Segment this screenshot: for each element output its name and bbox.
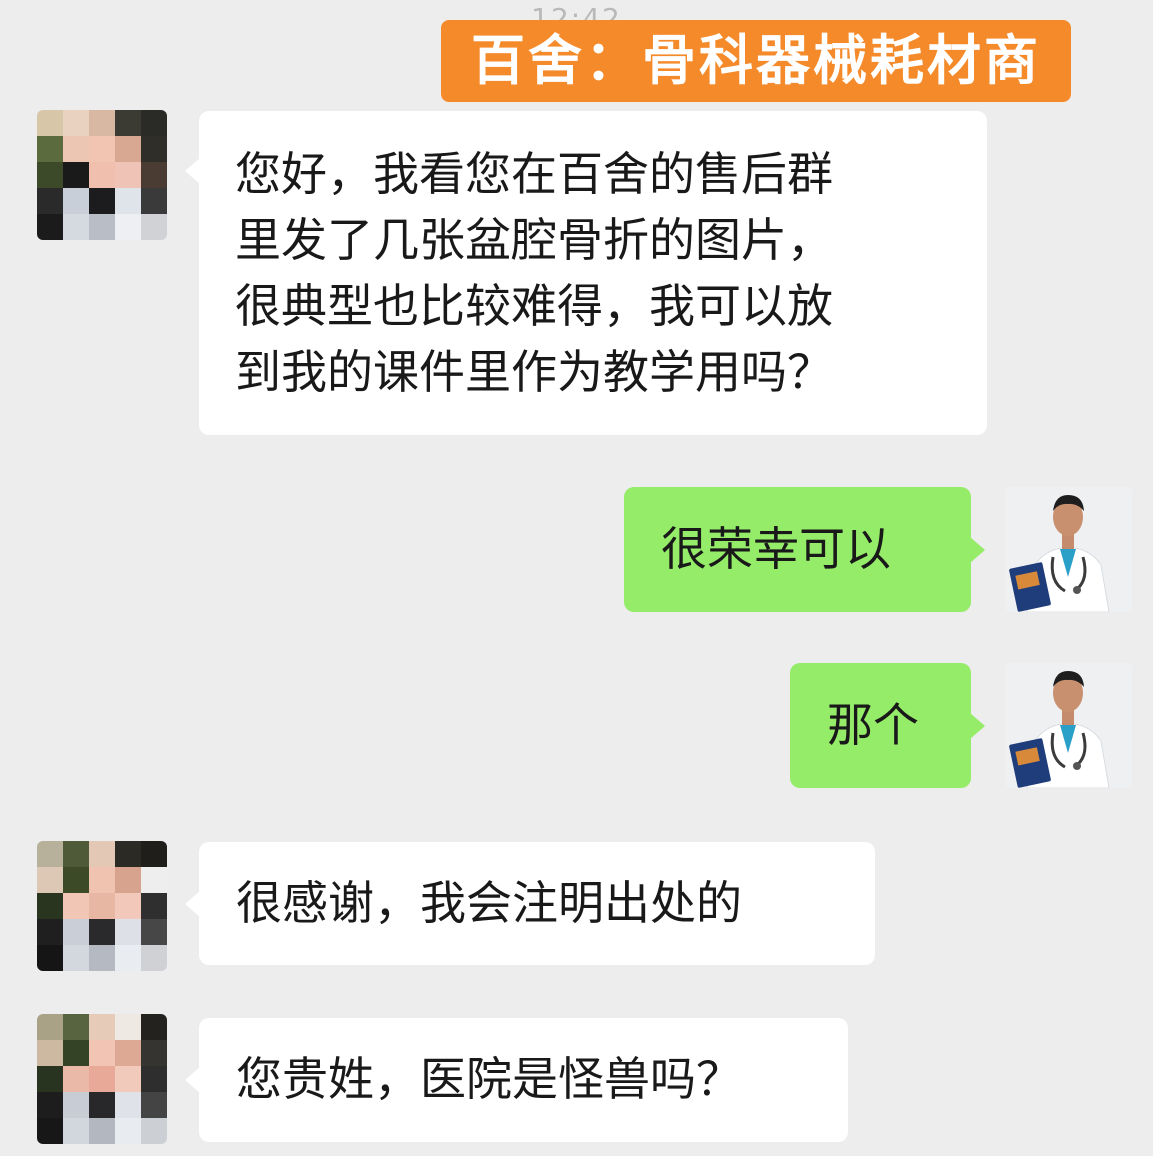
message-text: 那个 [827, 698, 919, 752]
bubble-tail [185, 158, 200, 184]
message-text: 您贵姓，医院是怪兽吗？ [236, 1052, 742, 1106]
message-text: 很感谢，我会注明出处的 [236, 876, 742, 930]
doctor-avatar-icon[interactable] [1005, 487, 1132, 612]
contact-avatar-icon[interactable] [37, 841, 167, 971]
doctor-avatar-icon[interactable] [1005, 663, 1132, 788]
bubble-tail [185, 1067, 200, 1093]
message-bubble[interactable]: 您好，我看您在百舍的售后群 里发了几张盆腔骨折的图片， 很典型也比较难得，我可以… [185, 111, 987, 435]
contact-avatar-icon[interactable] [37, 1014, 167, 1144]
contact-avatar-icon[interactable] [37, 110, 167, 240]
bubble-tail [970, 712, 985, 739]
message-bubble[interactable]: 那个 [790, 663, 985, 788]
message-bubble[interactable]: 很荣幸可以 [624, 487, 985, 612]
message-bubble[interactable]: 您贵姓，医院是怪兽吗？ [185, 1018, 848, 1142]
bubble-tail [970, 536, 985, 563]
message-bubble[interactable]: 很感谢，我会注明出处的 [185, 842, 875, 965]
message-text: 您好，我看您在百舍的售后群 里发了几张盆腔骨折的图片， 很典型也比较难得，我可以… [235, 147, 833, 399]
bubble-tail [185, 890, 200, 917]
message-text: 很荣幸可以 [661, 522, 891, 576]
title-banner: 百舍：骨科器械耗材商 [441, 20, 1071, 102]
